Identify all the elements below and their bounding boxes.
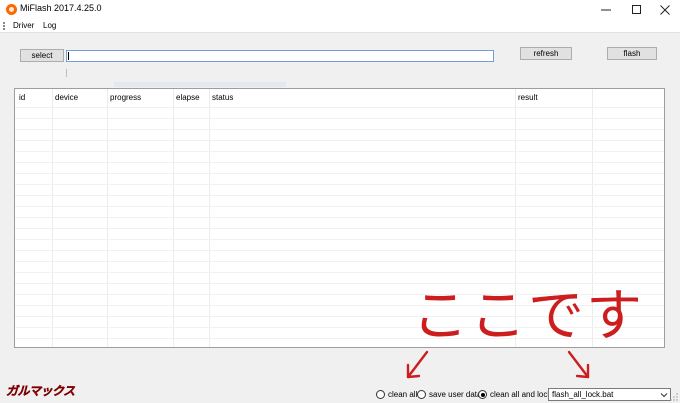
grid-row-line [15, 217, 664, 218]
minimize-icon [601, 9, 611, 10]
close-icon [660, 4, 670, 15]
grid-row-line [15, 206, 664, 207]
column-header-result[interactable]: result [518, 93, 538, 102]
grid-row-line [15, 173, 664, 174]
column-divider [209, 89, 210, 347]
grid-row-line [15, 272, 664, 273]
grid-row-line [15, 140, 664, 141]
close-button[interactable] [650, 0, 680, 19]
miflash-app-icon [6, 4, 17, 15]
select-button[interactable]: select [20, 49, 64, 62]
arrow-down-right-icon [567, 350, 590, 379]
flash-button[interactable]: flash [607, 47, 657, 60]
grid-row-line [15, 239, 664, 240]
grid-header: id device progress elapse status result [15, 89, 664, 107]
maximize-button[interactable] [622, 0, 652, 19]
column-header-id[interactable]: id [19, 93, 25, 102]
grid-row-line [15, 195, 664, 196]
grid-row-line [15, 118, 664, 119]
grid-row-line [15, 129, 664, 130]
grid-row-line [15, 107, 664, 108]
grid-row-line [15, 162, 664, 163]
flash-script-select[interactable]: flash_all_lock.bat [548, 388, 671, 401]
menu-item-driver[interactable]: Driver [13, 21, 34, 30]
select-value: flash_all_lock.bat [552, 390, 614, 399]
radio-label: clean all and lock [490, 390, 552, 399]
minimize-button[interactable] [591, 0, 621, 19]
decorative-band [114, 82, 286, 87]
watermark-logo: ガルマックス [6, 384, 76, 398]
radio-button-icon[interactable] [376, 390, 385, 399]
radio-save-user-data[interactable]: save user data [417, 390, 481, 399]
divider [66, 69, 67, 77]
column-divider [107, 89, 108, 347]
grid-row-line [15, 228, 664, 229]
column-header-status[interactable]: status [212, 93, 233, 102]
radio-button-checked-icon[interactable] [478, 390, 487, 399]
radio-button-icon[interactable] [417, 390, 426, 399]
grid-row-line [15, 184, 664, 185]
title-bar: MiFlash 2017.4.25.0 [0, 0, 680, 19]
arrow-down-left-icon [406, 350, 429, 379]
column-header-progress[interactable]: progress [110, 93, 141, 102]
resize-grip-icon[interactable] [670, 393, 678, 401]
path-input[interactable] [66, 50, 494, 62]
menu-grip-icon [3, 22, 5, 30]
column-header-elapse[interactable]: elapse [176, 93, 200, 102]
window-title: MiFlash 2017.4.25.0 [20, 3, 102, 13]
refresh-button[interactable]: refresh [520, 47, 572, 60]
grid-row-line [15, 250, 664, 251]
radio-label: save user data [429, 390, 482, 399]
column-divider [173, 89, 174, 347]
text-caret [68, 52, 69, 60]
menu-item-log[interactable]: Log [43, 21, 56, 30]
grid-row-line [15, 151, 664, 152]
grid-row-line [15, 261, 664, 262]
menu-bar: Driver Log [0, 19, 680, 33]
column-divider [52, 89, 53, 347]
column-header-device[interactable]: device [55, 93, 78, 102]
maximize-icon [632, 4, 641, 14]
annotation-text: ここです [412, 284, 644, 349]
radio-clean-all-and-lock[interactable]: clean all and lock [478, 390, 551, 399]
radio-clean-all[interactable]: clean all [376, 390, 417, 399]
radio-label: clean all [388, 390, 418, 399]
chevron-down-icon[interactable] [660, 391, 668, 399]
